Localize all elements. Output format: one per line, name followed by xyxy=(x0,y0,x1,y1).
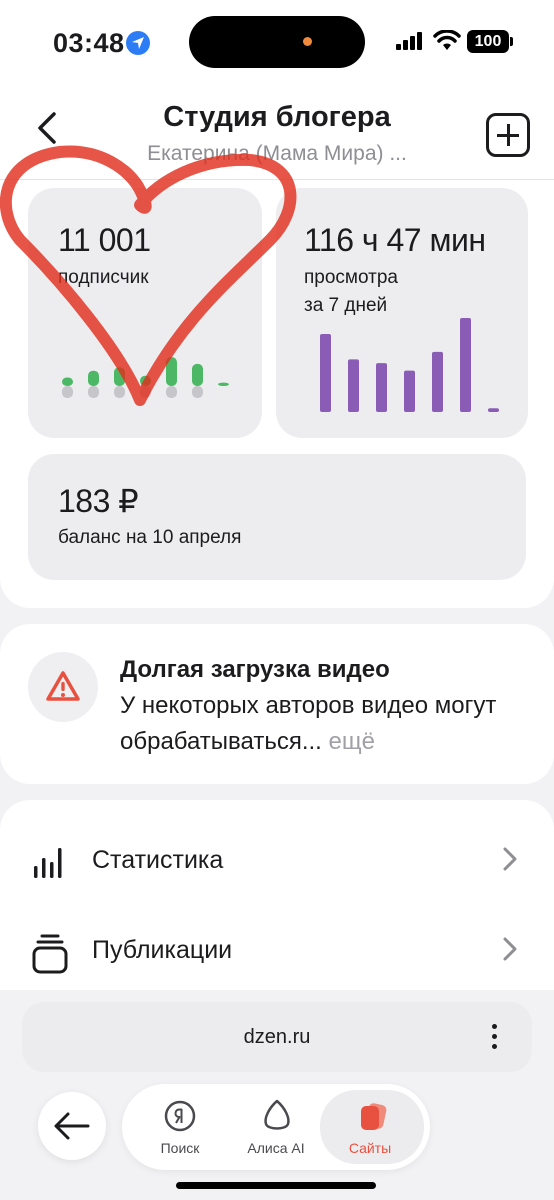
battery-icon: 100 xyxy=(467,30,509,53)
browser-url-bar[interactable]: dzen.ru xyxy=(22,1002,532,1072)
notice-title: Долгая загрузка видео xyxy=(120,656,390,683)
home-indicator xyxy=(176,1182,376,1189)
warning-icon xyxy=(28,652,98,722)
views-bar xyxy=(488,408,499,412)
bottom-nav: Поиск Алиса AI Сайты xyxy=(122,1084,430,1170)
cellular-signal-icon xyxy=(396,32,422,50)
views-label: просмотра xyxy=(304,267,398,288)
menu-label-publications: Публикации xyxy=(92,936,233,964)
status-bar: 03:48 100 xyxy=(0,0,554,84)
more-dots-icon[interactable] xyxy=(492,1024,498,1052)
wifi-icon xyxy=(433,30,461,50)
publications-stack-icon xyxy=(32,934,68,974)
nav-search-label: Поиск xyxy=(160,1140,200,1156)
balance-amount: 183 ₽ xyxy=(58,483,139,519)
arrow-left-icon xyxy=(54,1112,90,1140)
views-bar xyxy=(320,333,331,412)
heart-scribble-annotation xyxy=(0,145,297,406)
nav-sites[interactable]: Сайты xyxy=(320,1090,424,1164)
nav-alice-label: Алиса AI xyxy=(247,1140,305,1156)
views-mini-chart xyxy=(320,318,499,412)
studio-menu: Статистика Публикации xyxy=(0,800,554,990)
menu-label-statistics: Статистика xyxy=(92,846,224,874)
views-bar xyxy=(432,351,443,412)
nav-search[interactable]: Поиск xyxy=(130,1084,230,1170)
balance-label: баланс на 10 апреля xyxy=(58,527,242,548)
notice-more-link[interactable]: ещё xyxy=(329,728,375,755)
sites-icon xyxy=(361,1103,387,1130)
views-bar xyxy=(460,318,471,412)
status-time: 03:48 xyxy=(53,28,125,58)
chevron-right-icon xyxy=(503,847,517,871)
recording-dot-icon xyxy=(303,37,312,46)
views-bar xyxy=(348,359,359,412)
chevron-right-icon xyxy=(503,937,517,961)
browser-back-button[interactable] xyxy=(38,1092,106,1160)
notice-text: У некоторых авторов видео могут обрабаты… xyxy=(120,688,520,760)
url-text: dzen.ru xyxy=(243,1026,311,1048)
views-card[interactable]: 116 ч 47 мин просмотра за 7 дней xyxy=(276,188,528,438)
menu-item-statistics[interactable]: Статистика xyxy=(0,816,554,906)
notice-body: У некоторых авторов видео могут обрабаты… xyxy=(120,692,497,755)
views-duration: 116 ч 47 мин xyxy=(304,222,486,258)
add-publication-button[interactable] xyxy=(486,113,530,157)
nav-sites-label: Сайты xyxy=(348,1140,392,1156)
views-bar xyxy=(376,363,387,412)
bar-chart-icon xyxy=(34,848,62,878)
balance-card[interactable]: 183 ₽ баланс на 10 апреля xyxy=(28,454,526,580)
nav-alice[interactable]: Алиса AI xyxy=(226,1084,326,1170)
location-arrow-icon xyxy=(126,31,150,55)
alice-icon xyxy=(264,1099,290,1130)
dynamic-island xyxy=(189,16,365,68)
notice-card[interactable]: Долгая загрузка видео У некоторых авторо… xyxy=(0,624,554,784)
yandex-icon xyxy=(164,1100,196,1132)
views-bar xyxy=(404,370,415,412)
menu-item-publications[interactable]: Публикации xyxy=(0,906,554,996)
battery-cap xyxy=(510,37,513,46)
